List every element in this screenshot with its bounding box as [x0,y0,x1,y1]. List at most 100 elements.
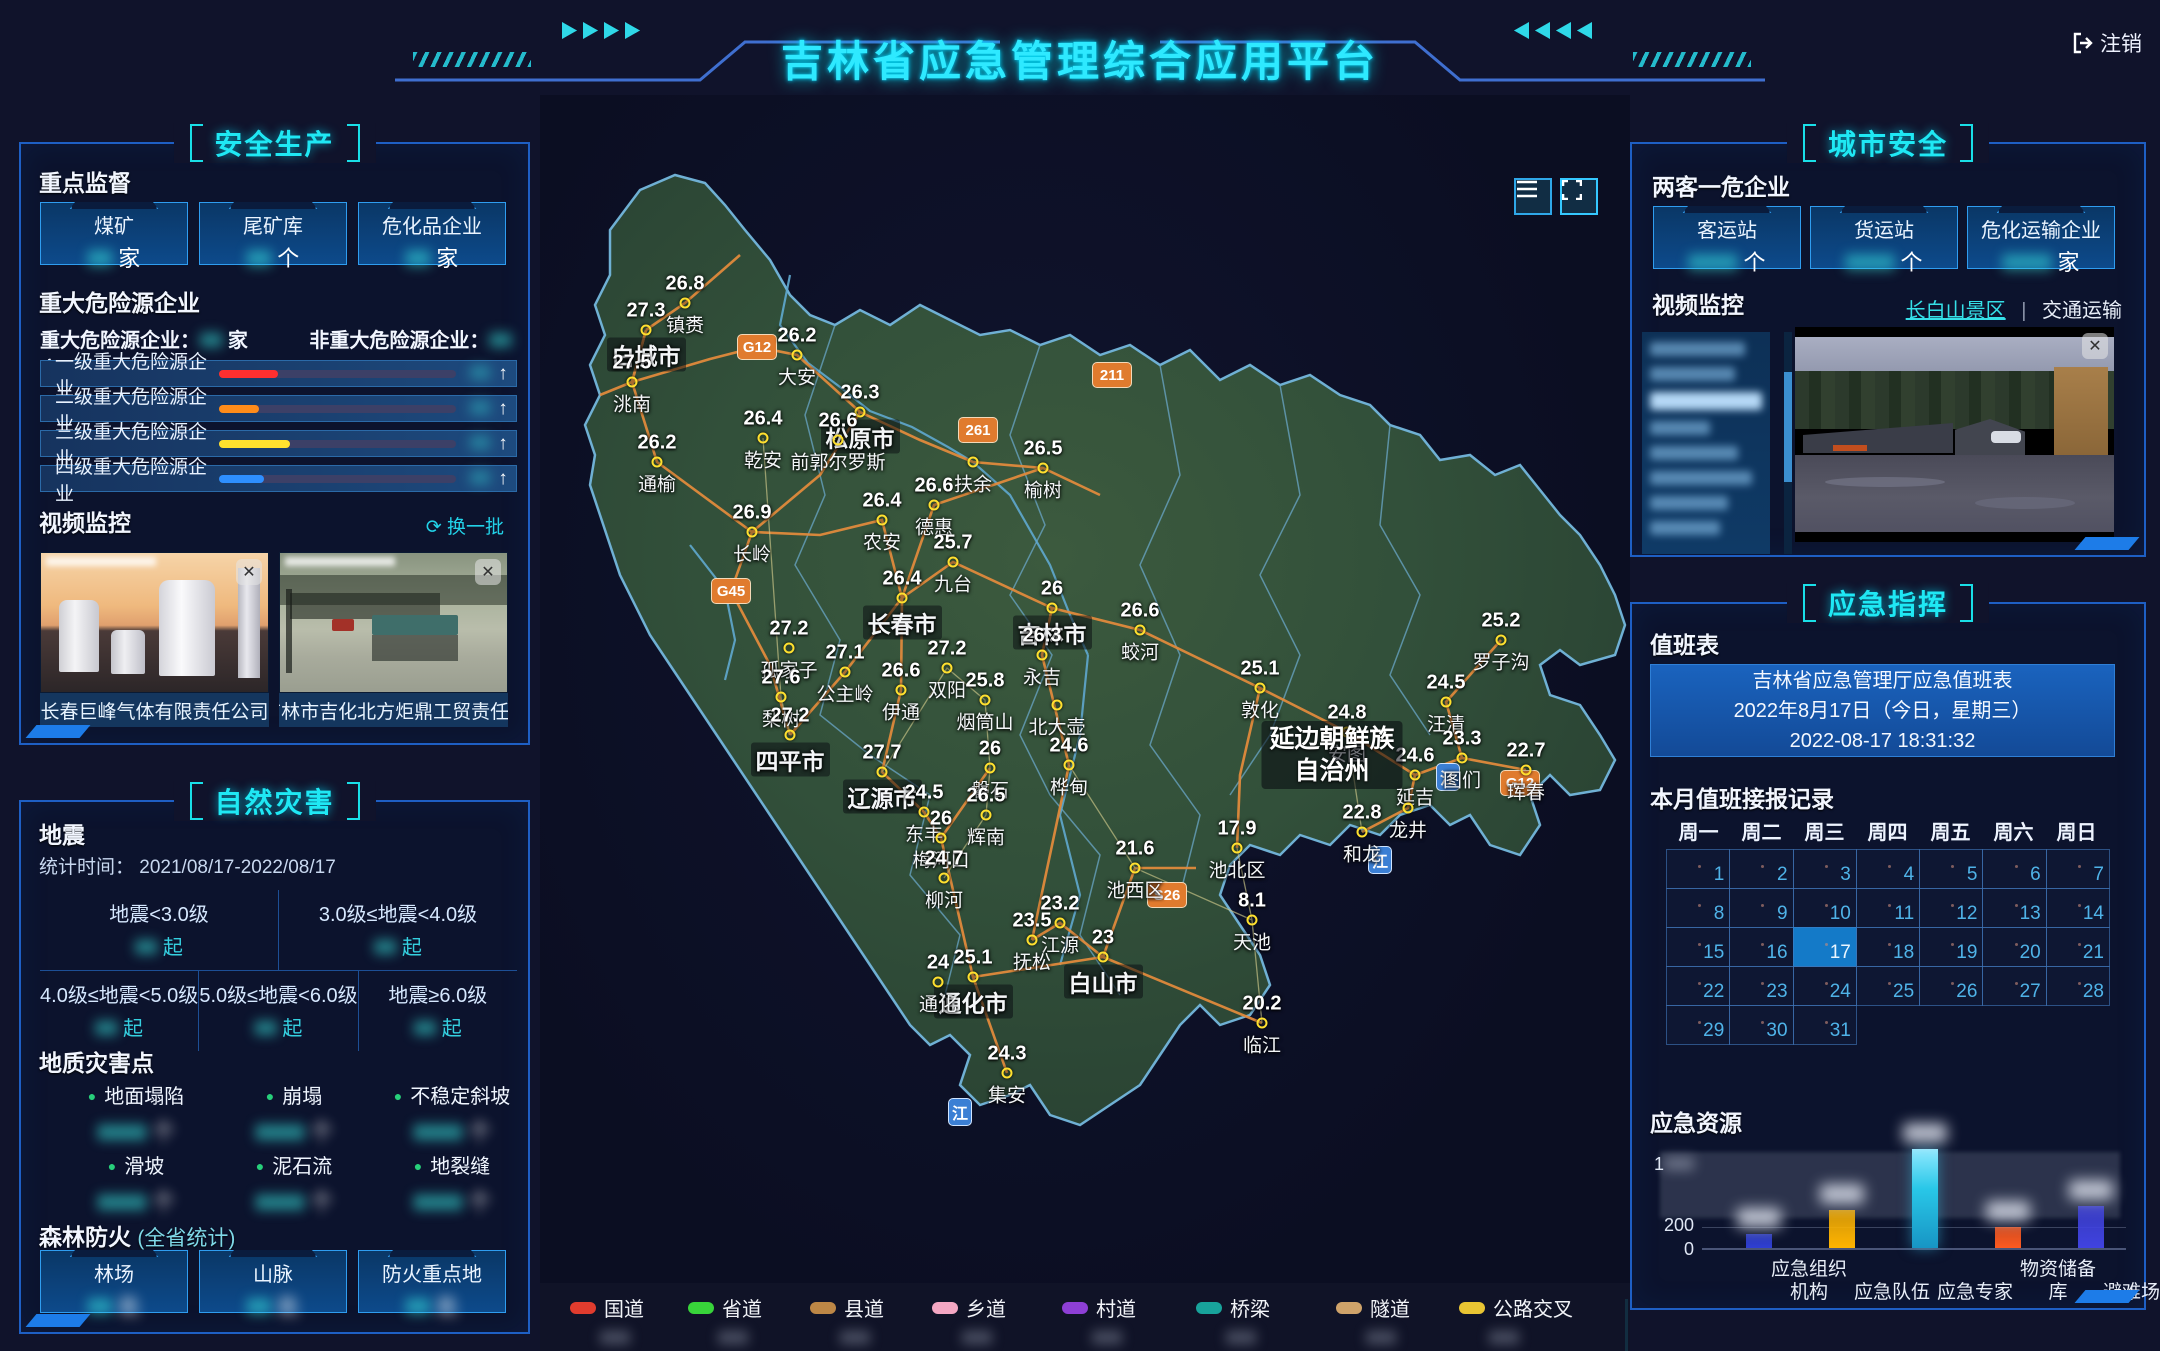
map-marker-通化[interactable]: 24通化 [933,977,944,988]
map-marker-抚松[interactable]: 23.5抚松 [1027,935,1038,946]
calendar-day-12[interactable]: 12 [1919,888,1983,928]
calendar-day-9[interactable]: 9 [1729,888,1793,928]
map-layers-button[interactable] [1514,178,1552,215]
map-marker-梅河口[interactable]: 26梅河口 [936,833,947,844]
map-marker-通化市[interactable]: 25.1通化市 [968,972,979,983]
calendar-day-28[interactable]: 28 [2046,966,2110,1006]
calendar-day-27[interactable]: 27 [1982,966,2046,1006]
map-marker-龙井[interactable]: 龙井 [1403,803,1414,814]
camera-list-item[interactable] [1650,496,1728,510]
calendar-day-2[interactable]: 2 [1729,849,1793,889]
map-marker-池西区[interactable]: 21.6池西区 [1130,863,1141,874]
map-marker-罗子沟[interactable]: 25.2罗子沟 [1496,635,1507,646]
calendar-day-21[interactable]: 21 [2046,927,2110,967]
map-marker-乾安[interactable]: 26.4乾安 [758,433,769,444]
map-marker-敦化[interactable]: 25.1敦化 [1255,683,1266,694]
calendar-day-13[interactable]: 13 [1982,888,2046,928]
camera-list-item[interactable] [1650,446,1738,460]
calendar-day-7[interactable]: 7 [2046,849,2110,889]
map-fullscreen-button[interactable] [1560,178,1598,215]
calendar-day-22[interactable]: 22 [1666,966,1730,1006]
map-marker-白城市[interactable]: 27.3白城市 [641,325,652,336]
map-marker-公主岭[interactable]: 27.1公主岭 [840,667,851,678]
map-marker-德惠[interactable]: 26.6德惠 [929,500,940,511]
city-video-feed[interactable]: ✕ [1795,327,2114,542]
map-marker-吉林市[interactable]: 26吉林市 [1047,603,1058,614]
map-marker-东丰[interactable]: 24.5东丰 [919,807,930,818]
map-marker-辽源市[interactable]: 27.7辽源市 [877,767,888,778]
map-marker-孤家子[interactable]: 27.2孤家子 [784,643,795,654]
map-marker-北大壶[interactable]: 北大壶 [1052,700,1063,711]
map-marker-九台[interactable]: 25.7九台 [948,557,959,568]
camera-list-item[interactable] [1650,342,1745,356]
calendar-day-18[interactable]: 18 [1856,927,1920,967]
map-marker-四平市[interactable]: 27.2四平市 [785,730,796,741]
map-marker-江源[interactable]: 23.2江源 [1055,918,1066,929]
camera-list-item[interactable] [1650,367,1735,381]
refresh-batch-button[interactable]: ⟳ 换一批 [426,512,504,539]
calendar-day-17[interactable]: 17 [1793,927,1857,967]
video2-close-button[interactable]: ✕ [475,559,501,585]
video-feed-1[interactable]: ✕ 长春巨峰气体有限责任公司 [40,552,269,727]
map-marker-柳河[interactable]: 24.7柳河 [939,873,950,884]
map-marker-桦甸[interactable]: 24.6桦甸 [1064,760,1075,771]
map-marker-长岭[interactable]: 26.9长岭 [747,527,758,538]
map-marker-通榆[interactable]: 26.2通榆 [652,457,663,468]
calendar-day-6[interactable]: 6 [1982,849,2046,889]
map-marker-农安[interactable]: 26.4农安 [877,515,888,526]
map-marker-前郭尔罗斯[interactable]: 26.6前郭尔罗斯 [833,435,844,446]
video1-close-button[interactable]: ✕ [236,559,262,585]
camera-list-item[interactable] [1650,471,1752,485]
map-marker-延吉[interactable]: 24.6延吉 [1410,770,1421,781]
calendar-day-3[interactable]: 3 [1793,849,1857,889]
calendar-day-5[interactable]: 5 [1919,849,1983,889]
map-marker-扶余[interactable]: 扶余 [968,457,979,468]
calendar-day-8[interactable]: 8 [1666,888,1730,928]
map-marker-洮南[interactable]: 27.5洮南 [627,377,638,388]
map-marker-镇赉[interactable]: 26.8镇赉 [680,298,691,309]
city-video-close-button[interactable]: ✕ [2082,333,2108,359]
map-marker-伊通[interactable]: 26.6伊通 [896,685,907,696]
calendar-day-26[interactable]: 26 [1919,966,1983,1006]
map-marker-梨树[interactable]: 27.6梨树 [776,692,787,703]
map-marker-和龙[interactable]: 22.8和龙 [1357,827,1368,838]
calendar-day-16[interactable]: 16 [1729,927,1793,967]
calendar-day-31[interactable]: 31 [1793,1005,1857,1045]
calendar-day-19[interactable]: 19 [1919,927,1983,967]
map-marker-烟筒山[interactable]: 25.8烟筒山 [980,695,991,706]
map-marker-汪清[interactable]: 24.5汪清 [1441,697,1452,708]
calendar-day-1[interactable]: 1 [1666,849,1730,889]
map-marker-天池[interactable]: 8.1天池 [1247,915,1258,926]
map-marker-磐石[interactable]: 26磐石 [985,763,996,774]
map-marker-集安[interactable]: 24.3集安 [1002,1068,1013,1079]
calendar-day-11[interactable]: 11 [1856,888,1920,928]
logout-button[interactable]: 注销 [2072,28,2142,58]
camera-list-scrollbar[interactable] [1784,332,1792,554]
calendar-day-4[interactable]: 4 [1856,849,1920,889]
map-marker-长春市[interactable]: 26.4长春市 [897,593,908,604]
map-marker-永吉[interactable]: 26.3永吉 [1037,650,1048,661]
map-marker-白山市[interactable]: 23白山市 [1098,952,1109,963]
calendar-day-23[interactable]: 23 [1729,966,1793,1006]
calendar-day-10[interactable]: 10 [1793,888,1857,928]
calendar-day-29[interactable]: 29 [1666,1005,1730,1045]
camera-list[interactable] [1642,332,1770,554]
calendar-day-25[interactable]: 25 [1856,966,1920,1006]
map-marker-临江[interactable]: 20.2临江 [1257,1018,1268,1029]
calendar-day-30[interactable]: 30 [1729,1005,1793,1045]
map-area[interactable]: 26.8镇赉27.3白城市27.5洮南26.2大安26.3松原市26.6前郭尔罗… [540,95,1630,1351]
map-marker-池北区[interactable]: 17.9池北区 [1232,843,1243,854]
video-feed-2[interactable]: ✕ 吉林市吉化北方炬鼎工贸责任... [279,552,508,727]
calendar-day-24[interactable]: 24 [1793,966,1857,1006]
map-marker-榆树[interactable]: 26.5榆树 [1038,463,1049,474]
transport-link[interactable]: 交通运输 [2042,300,2122,322]
map-marker-双阳[interactable]: 27.2双阳 [942,663,953,674]
calendar-day-20[interactable]: 20 [1982,927,2046,967]
camera-list-item[interactable] [1650,421,1710,435]
map-marker-蛟河[interactable]: 26.6蛟河 [1135,625,1146,636]
changbaishan-link[interactable]: 长白山景区 [1906,300,2006,322]
map-marker-珲春[interactable]: 22.7珲春 [1521,765,1532,776]
camera-list-item[interactable] [1650,521,1720,535]
map-marker-图们[interactable]: 23.3图们 [1457,753,1468,764]
map-marker-大安[interactable]: 26.2大安 [792,350,803,361]
